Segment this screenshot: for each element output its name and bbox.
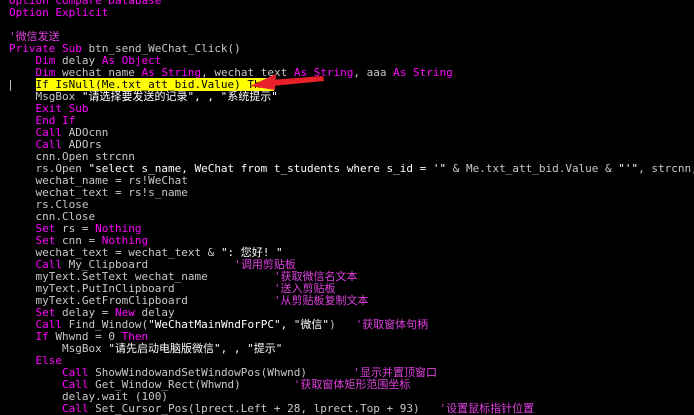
code-line[interactable]: MsgBox "请选择要发送的记录", , "系统提示" [9,91,694,103]
code-editor[interactable]: Option Compare Database Option Explicit '微… [0,0,694,415]
code-lines: Option Compare Database Option Explicit '微… [9,0,694,415]
code-line[interactable]: Exit Sub [9,103,694,115]
code-token: '获取窗体矩形范围坐标 [293,378,411,391]
code-token: '设置鼠标指针位置 [439,402,535,415]
code-line[interactable]: Option Explicit [9,7,694,19]
code-token: ) [329,318,356,331]
code-token: , aaa [353,66,394,79]
code-line[interactable]: Call Set_Cursor_Pos(lprect.Left + 28, lp… [9,403,694,415]
code-token: & Me.txt_att_bid.Value & [446,162,619,175]
code-line[interactable]: rs.Close [9,199,694,211]
code-token: As String [393,66,453,79]
code-token: "请选择要发送的记录", , "系统提示" [81,90,278,103]
code-token: Option Explicit [9,6,109,19]
code-token: , strcnn, 3, 3 [638,162,694,175]
code-token: '获取窗体句柄 [355,318,429,331]
code-line[interactable] [9,19,694,31]
code-token: As String [293,66,354,79]
code-line[interactable]: MsgBox "请先启动电脑版微信", , "提示" [9,343,694,355]
code-token: MsgBox [61,342,109,355]
code-line[interactable]: End If [9,115,694,127]
code-line[interactable]: Call ADOcnn [9,127,694,139]
text-cursor [10,80,11,91]
code-token: "'" [618,162,639,175]
code-token: "请先启动电脑版微信", , "提示" [108,342,283,355]
code-token: Set_Cursor_Pos(lprect.Left + 28, lprect.… [95,402,440,415]
code-token: "WeChatMainWndForPC", "微信" [148,318,330,331]
code-token: '从剪贴板复制文本 [273,294,369,307]
code-token: Call [61,402,96,415]
code-line[interactable]: wechat_text = rs!s_name [9,187,694,199]
code-line[interactable]: Option Compare Database [9,0,694,7]
